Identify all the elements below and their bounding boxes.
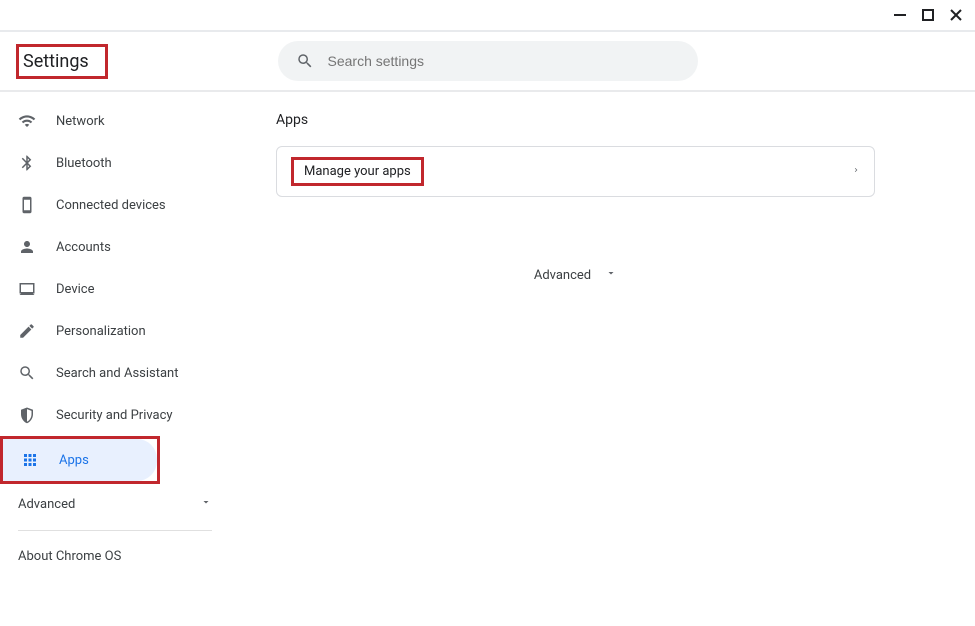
section-title: Apps — [276, 112, 875, 128]
search-input[interactable] — [328, 53, 680, 69]
chevron-right-icon — [852, 164, 860, 180]
search-icon — [18, 364, 36, 382]
sidebar-item-label: Security and Privacy — [56, 408, 173, 423]
sidebar-advanced-label: Advanced — [18, 497, 75, 512]
chevron-down-icon — [605, 267, 617, 283]
sidebar-item-accounts[interactable]: Accounts — [0, 226, 220, 268]
sidebar-item-search-assistant[interactable]: Search and Assistant — [0, 352, 220, 394]
sidebar-item-device[interactable]: Device — [0, 268, 220, 310]
sidebar-item-label: Bluetooth — [56, 156, 112, 171]
manage-apps-highlight: Manage your apps — [291, 157, 424, 186]
manage-apps-card[interactable]: Manage your apps — [276, 146, 875, 197]
manage-apps-label: Manage your apps — [304, 164, 411, 179]
advanced-toggle[interactable]: Advanced — [276, 267, 875, 283]
sidebar-item-label: Accounts — [56, 240, 111, 255]
sidebar-advanced[interactable]: Advanced — [0, 484, 230, 524]
close-button[interactable] — [949, 8, 963, 22]
apps-icon — [21, 451, 39, 469]
person-icon — [18, 238, 36, 256]
body: Network Bluetooth Connected devices Acco… — [0, 92, 975, 584]
search-bar[interactable] — [278, 41, 698, 81]
search-icon — [296, 52, 314, 70]
sidebar: Network Bluetooth Connected devices Acco… — [0, 92, 230, 584]
phone-icon — [18, 196, 36, 214]
sidebar-item-security[interactable]: Security and Privacy — [0, 394, 220, 436]
sidebar-item-network[interactable]: Network — [0, 100, 220, 142]
title-highlight: Settings — [16, 44, 108, 79]
sidebar-item-label: Network — [56, 114, 105, 129]
sidebar-item-apps[interactable]: Apps — [3, 439, 157, 481]
edit-icon — [18, 322, 36, 340]
sidebar-divider — [18, 530, 212, 531]
sidebar-item-label: Search and Assistant — [56, 366, 179, 381]
minimize-button[interactable] — [893, 8, 907, 22]
page-title: Settings — [23, 51, 89, 72]
sidebar-item-connected-devices[interactable]: Connected devices — [0, 184, 220, 226]
sidebar-item-label: Personalization — [56, 324, 146, 339]
window-controls — [893, 8, 963, 22]
search-wrap — [278, 41, 698, 81]
sidebar-item-bluetooth[interactable]: Bluetooth — [0, 142, 220, 184]
sidebar-item-label: Device — [56, 282, 95, 297]
main-content: Apps Manage your apps Advanced — [230, 92, 975, 584]
sidebar-item-label: Connected devices — [56, 198, 166, 213]
apps-highlight: Apps — [0, 436, 160, 484]
shield-icon — [18, 406, 36, 424]
sidebar-about[interactable]: About Chrome OS — [0, 537, 230, 576]
wifi-icon — [18, 112, 36, 130]
header-divider — [0, 90, 975, 92]
sidebar-item-label: Apps — [59, 453, 89, 468]
bluetooth-icon — [18, 154, 36, 172]
header: Settings — [0, 30, 975, 90]
sidebar-item-personalization[interactable]: Personalization — [0, 310, 220, 352]
sidebar-about-label: About Chrome OS — [18, 549, 121, 564]
laptop-icon — [18, 280, 36, 298]
maximize-button[interactable] — [921, 8, 935, 22]
advanced-toggle-label: Advanced — [534, 268, 591, 283]
chevron-down-icon — [200, 496, 212, 512]
